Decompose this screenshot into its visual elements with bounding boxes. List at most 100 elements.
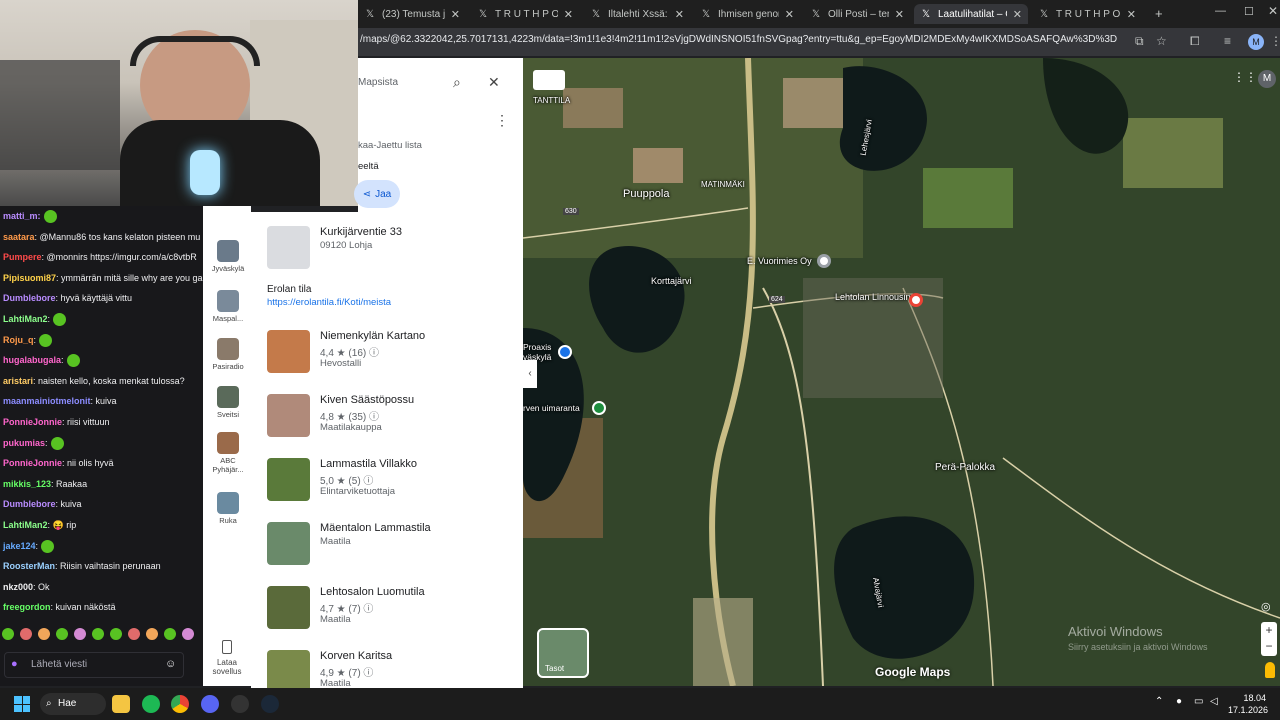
cast-icon[interactable]: ⧉ <box>1135 34 1144 49</box>
close-tab-icon[interactable]: ✕ <box>895 8 904 21</box>
chat-username[interactable]: LahtiMan2 <box>3 520 48 530</box>
chat-username[interactable]: Pipisuomi87 <box>3 273 56 283</box>
emote-icon[interactable] <box>2 628 14 640</box>
satellite-map[interactable]: TANTTILA Puuppola MATINMÄKI Korttajärvi … <box>523 58 1280 686</box>
download-app-button[interactable]: Lataa sovellus <box>207 640 247 676</box>
file-explorer-icon[interactable] <box>112 695 130 713</box>
chat-username[interactable]: maanmainiotmelonit <box>3 396 91 406</box>
bookmark-star-icon[interactable]: ☆ <box>1156 34 1167 48</box>
emote-icon[interactable] <box>182 628 194 640</box>
close-tab-icon[interactable]: ✕ <box>675 8 684 21</box>
saved-list-item[interactable]: Ruka <box>205 492 251 525</box>
address-bar[interactable]: /maps/@62.3322042,25.7017131,4223m/data=… <box>358 28 1280 56</box>
chat-username[interactable]: PonnieJonnie <box>3 458 62 468</box>
tab-2[interactable]: 𝕏 Iltalehti Xssä: "Lah ✕ <box>584 4 690 24</box>
map-label-vuorimies[interactable]: E. Vuorimies Oy <box>747 256 812 266</box>
tab-0[interactable]: 𝕏 (23) Temusta joulu ✕ <box>358 4 466 24</box>
emote-icon[interactable] <box>128 628 140 640</box>
saved-list-item[interactable]: Maspal... <box>205 290 251 323</box>
close-tab-icon[interactable]: ✕ <box>1013 8 1022 21</box>
obs-icon[interactable] <box>231 695 249 713</box>
my-location-icon[interactable]: ◎ <box>1261 600 1277 616</box>
emote-icon[interactable] <box>74 628 86 640</box>
map-label-lehtolan[interactable]: Lehtolan Linnousin <box>835 292 911 302</box>
emote-icon[interactable] <box>110 628 122 640</box>
close-tab-icon[interactable]: ✕ <box>1127 8 1136 21</box>
tab-4[interactable]: 𝕏 Olli Posti – terveys ✕ <box>804 4 910 24</box>
volume-icon[interactable]: ◁ <box>1210 696 1218 707</box>
new-tab-button[interactable]: + <box>1155 6 1163 21</box>
chat-username[interactable]: Roju_q <box>3 335 34 345</box>
maximize-button[interactable]: ☐ <box>1244 5 1254 18</box>
emote-icon[interactable] <box>56 628 68 640</box>
close-tab-icon[interactable]: ✕ <box>451 8 460 21</box>
more-options-icon[interactable]: ⋮ <box>495 112 509 129</box>
keyboard-toggle[interactable] <box>533 70 565 90</box>
place-item[interactable]: Kurkijärventie 33 09120 Lohja <box>267 226 517 272</box>
saved-list-item[interactable]: Pasiradio <box>205 338 251 371</box>
emote-icon[interactable] <box>164 628 176 640</box>
chat-username[interactable]: hugalabugala <box>3 355 61 365</box>
emote-icon[interactable] <box>38 628 50 640</box>
chat-username[interactable]: aristari <box>3 376 33 386</box>
emote-icon[interactable] <box>20 628 32 640</box>
extensions-icon[interactable]: ⧠ <box>1190 34 1200 49</box>
chat-username[interactable]: Dumblebore <box>3 293 56 303</box>
taskbar-search[interactable]: ⌕ Hae <box>40 693 106 715</box>
saved-list-item[interactable]: Jyväskylä <box>205 240 251 273</box>
layers-button[interactable]: Tasot <box>537 628 589 678</box>
tray-mic-icon[interactable]: ● <box>1176 696 1182 707</box>
place-item[interactable]: Niemenkylän Kartano 4,4 ★ (16) ⓘ Hevostall… <box>267 330 517 376</box>
apps-grid-icon[interactable]: ⋮⋮ <box>1233 70 1257 84</box>
chat-username[interactable]: saatara <box>3 232 35 242</box>
taskbar-clock[interactable]: 18.04 17.1.2026 <box>1228 692 1268 716</box>
place-pin-vuorimies[interactable] <box>817 254 831 268</box>
emote-icon[interactable] <box>92 628 104 640</box>
search-input[interactable]: Mapsista <box>358 77 398 88</box>
saved-list-item[interactable]: ABC Pyhäjär... <box>205 432 251 474</box>
share-button[interactable]: ⋖ Jaa <box>354 180 400 208</box>
note-link[interactable]: https://erolantila.fi/Koti/meista <box>267 297 391 308</box>
chat-username[interactable]: PonnieJonnie <box>3 417 62 427</box>
place-pin-lehtolan[interactable] <box>909 293 923 307</box>
chat-username[interactable]: Pumpere <box>3 252 42 262</box>
close-window-button[interactable]: ✕ <box>1268 4 1278 18</box>
place-item[interactable]: Mäentalon Lammastila Maatila <box>267 522 517 568</box>
collapse-panel-button[interactable]: ‹ <box>523 360 537 388</box>
account-avatar[interactable]: M <box>1258 70 1276 88</box>
chat-username[interactable]: RoosterMan <box>3 561 55 571</box>
place-item[interactable]: Kiven Säästöpossu 4,8 ★ (35) ⓘ Maatilakaup… <box>267 394 517 440</box>
street-view-pegman-icon[interactable] <box>1265 662 1275 678</box>
emote-picker-icon[interactable]: ☺ <box>165 658 176 670</box>
map-label-uimaranta[interactable]: rven uimaranta <box>523 403 580 413</box>
place-item[interactable]: Lehtosalon Luomutila 4,7 ★ (7) ⓘ Maatila <box>267 586 517 632</box>
close-tab-icon[interactable]: ✕ <box>564 8 573 21</box>
place-pin-uimaranta[interactable] <box>592 401 606 415</box>
chat-input[interactable]: ● Lähetä viesti ☺ <box>4 652 184 678</box>
tab-3[interactable]: 𝕏 Ihmisen genomiss ✕ <box>694 4 800 24</box>
tab-6[interactable]: 𝕏 T R U T H P O L E X ✕ <box>1032 4 1142 24</box>
spotify-icon[interactable] <box>142 695 160 713</box>
mic-icon[interactable]: ● <box>11 658 18 670</box>
chat-username[interactable]: nkz000 <box>3 582 33 592</box>
minimize-button[interactable]: — <box>1215 5 1226 17</box>
search-icon[interactable]: ⌕ <box>453 74 461 91</box>
tray-chevron-icon[interactable]: ⌃ <box>1155 696 1163 707</box>
emote-icon[interactable] <box>146 628 158 640</box>
tab-1[interactable]: 𝕏 T R U T H P O L E X ✕ <box>471 4 579 24</box>
chat-username[interactable]: Dumblebore <box>3 499 56 509</box>
chat-username[interactable]: jake124 <box>3 541 36 551</box>
start-button[interactable] <box>14 696 30 712</box>
network-icon[interactable]: ▭ <box>1194 696 1203 707</box>
chat-username[interactable]: LahtiMan2 <box>3 314 48 324</box>
url-text[interactable]: /maps/@62.3322042,25.7017131,4223m/data=… <box>360 34 1120 50</box>
chat-username[interactable]: matti_m: <box>3 211 41 221</box>
close-tab-icon[interactable]: ✕ <box>785 8 794 21</box>
steam-icon[interactable] <box>261 695 279 713</box>
profile-avatar[interactable]: M <box>1248 34 1264 50</box>
zoom-controls[interactable]: + − <box>1261 622 1277 656</box>
chat-username[interactable]: pukumias <box>3 438 45 448</box>
discord-icon[interactable] <box>201 695 219 713</box>
saved-list-item[interactable]: Sveitsi <box>205 386 251 419</box>
tab-5[interactable]: 𝕏 Laatulihatilat – Go ✕ <box>914 4 1028 24</box>
